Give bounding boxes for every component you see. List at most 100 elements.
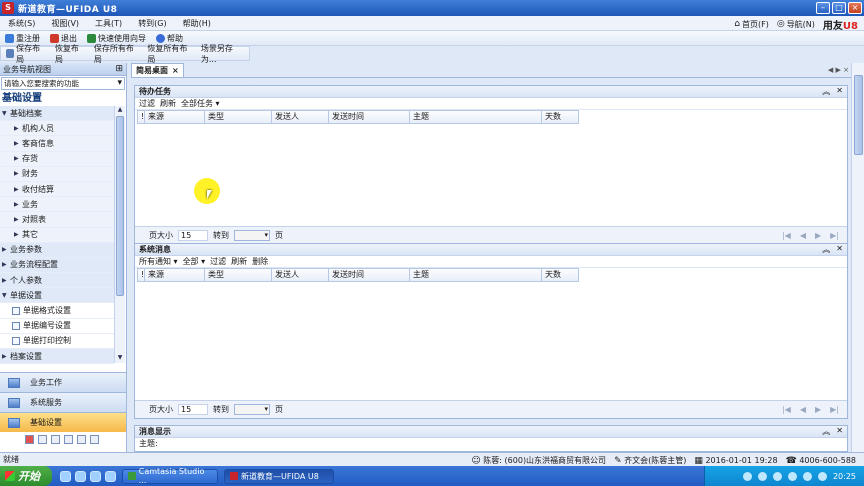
tree-item-basic-archives[interactable]: ▼ 基础档案 [0, 106, 114, 122]
messages-grid-body[interactable] [135, 282, 847, 355]
tree-item-other[interactable]: ▶ 其它 [0, 227, 114, 243]
save-all-layouts-button[interactable]: 保存所有布局 [89, 44, 142, 64]
close-icon[interactable]: ✕ [836, 86, 843, 97]
collapse-icon[interactable]: ︽ [822, 244, 830, 255]
prev-page-icon[interactable]: ◀ [800, 231, 806, 240]
last-page-icon[interactable]: ▶| [830, 231, 839, 240]
column-days[interactable]: 天数 [542, 110, 579, 124]
tray-icon[interactable] [787, 471, 797, 481]
prev-page-icon[interactable]: ◀ [800, 405, 806, 414]
tree-item-org-staff[interactable]: ▶ 机构人员 [0, 121, 114, 137]
tree-item-archive-settings[interactable]: ▶ 档案设置 [0, 349, 114, 365]
copy-icon[interactable] [77, 435, 86, 444]
module-tab-system-service[interactable]: 系统服务 [0, 392, 126, 412]
tree-item-voucher-numbering[interactable]: 单据编号设置 [0, 318, 114, 334]
goto-page-select[interactable] [234, 404, 270, 415]
all-dropdown[interactable]: 全部 ▾ [183, 256, 206, 267]
grid-icon[interactable] [38, 435, 47, 444]
refresh-button[interactable]: 刷新 [160, 98, 176, 109]
tray-icon[interactable] [772, 471, 782, 481]
column-subject[interactable]: 主题 [410, 268, 542, 282]
module-tab-basic-settings[interactable]: 基础设置 [0, 412, 126, 432]
column-subject[interactable]: 主题 [410, 110, 542, 124]
scroll-down-icon[interactable]: ▼ [115, 354, 125, 363]
column-send-time[interactable]: 发送时间 [329, 110, 410, 124]
module-tab-business-work[interactable]: 业务工作 [0, 372, 126, 392]
column-flag[interactable]: ! [137, 268, 145, 282]
first-page-icon[interactable]: |◀ [782, 405, 791, 414]
maximize-button[interactable]: □ [832, 2, 846, 14]
tray-icon[interactable] [757, 471, 767, 481]
all-tasks-dropdown[interactable]: 全部任务 ▾ [181, 98, 220, 109]
window-icon[interactable] [51, 435, 60, 444]
main-scroll-thumb[interactable] [854, 75, 863, 155]
folder-icon[interactable] [105, 470, 116, 482]
tree-item-finance[interactable]: ▶ 财务 [0, 166, 114, 182]
menu-view[interactable]: 视图(V) [43, 18, 87, 29]
menu-help[interactable]: 帮助(H) [175, 18, 219, 29]
restore-all-layouts-button[interactable]: 恢复所有布局 [142, 44, 195, 64]
layers-icon[interactable] [64, 435, 73, 444]
next-page-icon[interactable]: ▶ [815, 405, 821, 414]
tree-item-voucher-settings[interactable]: ▼ 单据设置 [0, 288, 114, 304]
tree-item-inventory[interactable]: ▶ 存货 [0, 151, 114, 167]
tree-item-business-params[interactable]: ▶ 业务参数 [0, 242, 114, 258]
refresh-button[interactable]: 刷新 [231, 256, 247, 267]
nav-scroll-thumb[interactable] [116, 116, 124, 296]
collapse-icon[interactable]: ︽ [822, 426, 830, 437]
tree-item-personal-params[interactable]: ▶ 个人参数 [0, 273, 114, 289]
tab-close-icon[interactable]: × [172, 66, 179, 75]
page-size-input[interactable]: 15 [178, 404, 208, 415]
taskbar-item-u8[interactable]: 新道教育—UFIDA U8 [224, 468, 334, 484]
tasks-grid-body[interactable] [135, 124, 847, 197]
delete-button[interactable]: 删除 [252, 256, 268, 267]
main-scrollbar[interactable] [851, 63, 864, 452]
column-send-time[interactable]: 发送时间 [329, 268, 410, 282]
page-size-input[interactable]: 15 [178, 230, 208, 241]
menu-tools[interactable]: 工具(T) [87, 18, 130, 29]
minimize-button[interactable]: – [816, 2, 830, 14]
home-link[interactable]: ⌂ 首页(F) [734, 19, 769, 30]
tree-item-business[interactable]: ▶ 业务 [0, 197, 114, 213]
save-layout-button[interactable]: 保存布局 [1, 44, 50, 64]
pin-icon[interactable]: ⊞ [115, 64, 123, 74]
stop-icon[interactable] [25, 435, 34, 444]
column-type[interactable]: 类型 [205, 110, 272, 124]
filter-button[interactable]: 过滤 [139, 98, 155, 109]
menu-system[interactable]: 系统(S) [0, 18, 43, 29]
close-button[interactable]: × [848, 2, 862, 14]
close-icon[interactable]: ✕ [836, 426, 843, 437]
tree-item-customer-vendor[interactable]: ▶ 客商信息 [0, 136, 114, 152]
last-page-icon[interactable]: ▶| [830, 405, 839, 414]
restore-layout-button[interactable]: 恢复布局 [50, 44, 89, 64]
browser-icon[interactable] [60, 470, 71, 482]
nav-scrollbar[interactable]: ▲ ▼ [114, 106, 125, 363]
tree-item-settlement[interactable]: ▶ 收付结算 [0, 181, 114, 198]
tab-simple-desktop[interactable]: 简易桌面 × [131, 63, 184, 77]
desktop-icon[interactable] [75, 470, 86, 482]
scroll-up-icon[interactable]: ▲ [115, 106, 125, 115]
column-days[interactable]: 天数 [542, 268, 579, 282]
first-page-icon[interactable]: |◀ [782, 231, 791, 240]
media-icon[interactable] [90, 470, 101, 482]
close-icon[interactable]: ✕ [836, 244, 843, 255]
goto-page-select[interactable] [234, 230, 270, 241]
filter-button[interactable]: 过滤 [210, 256, 226, 267]
column-sender[interactable]: 发送人 [272, 268, 329, 282]
column-source[interactable]: 来源 [145, 268, 205, 282]
dropdown-arrow-icon[interactable]: ▾ [117, 79, 122, 88]
column-source[interactable]: 来源 [145, 110, 205, 124]
collapse-icon[interactable]: ︽ [822, 86, 830, 97]
save-scene-as-button[interactable]: 场景另存为... [196, 44, 249, 64]
nav-search-input[interactable]: 请输入您要搜索的功能 ▾ [1, 77, 125, 90]
column-type[interactable]: 类型 [205, 268, 272, 282]
tree-item-process-config[interactable]: ▶ 业务流程配置 [0, 257, 114, 274]
tree-item-voucher-format[interactable]: 单据格式设置 [0, 303, 114, 319]
next-page-icon[interactable]: ▶ [815, 231, 821, 240]
tray-icon[interactable] [802, 471, 812, 481]
tray-icon[interactable] [817, 471, 827, 481]
tree-item-mapping[interactable]: ▶ 对照表 [0, 212, 114, 228]
column-sender[interactable]: 发送人 [272, 110, 329, 124]
tray-icon[interactable] [742, 471, 752, 481]
navigation-link[interactable]: ◎ 导航(N) [777, 19, 815, 30]
